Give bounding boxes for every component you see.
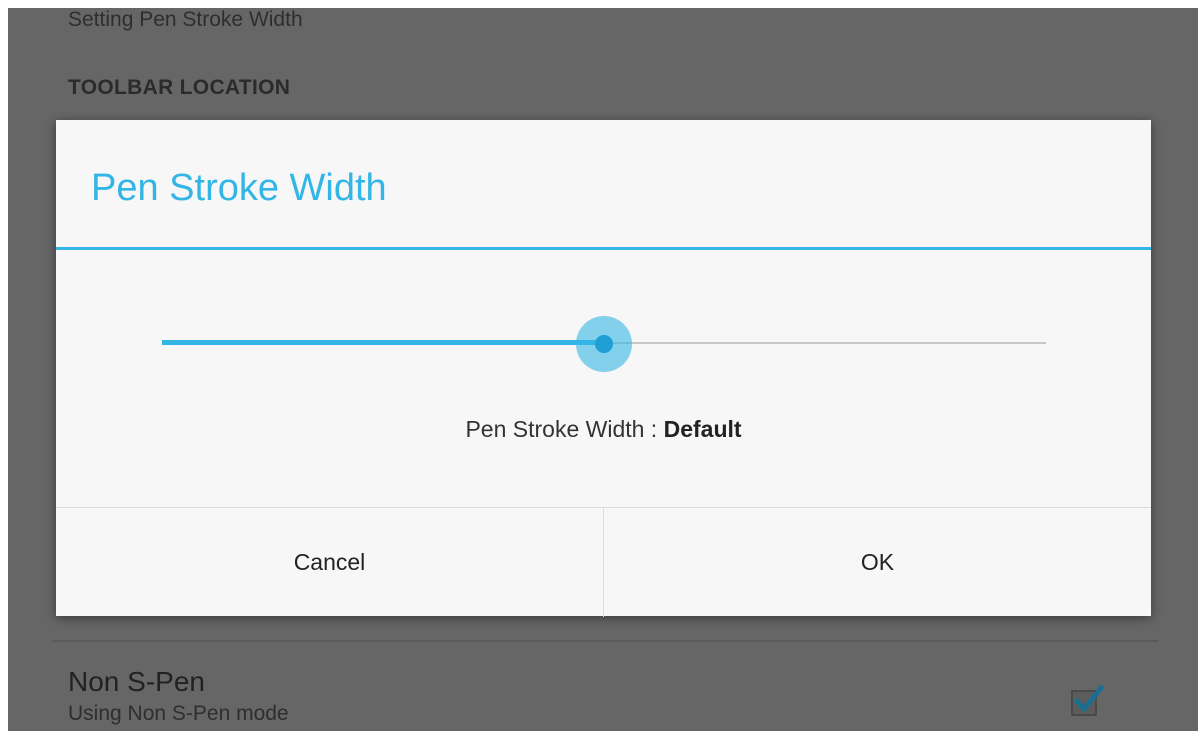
dialog-button-bar: Cancel OK <box>56 507 1151 617</box>
ok-button[interactable]: OK <box>603 508 1151 617</box>
value-label: Pen Stroke Width : <box>465 416 664 442</box>
dialog-title: Pen Stroke Width <box>91 167 387 209</box>
title-divider <box>56 247 1151 250</box>
cancel-button[interactable]: Cancel <box>56 508 603 617</box>
setting-summary-pen-stroke: Setting Pen Stroke Width <box>68 8 303 31</box>
non-spen-checkbox[interactable] <box>1071 684 1105 716</box>
setting-summary-non-spen: Using Non S-Pen mode <box>68 702 289 725</box>
stroke-width-slider[interactable] <box>162 316 1046 372</box>
stroke-width-value: Pen Stroke Width : Default <box>56 416 1151 443</box>
value-text: Default <box>663 416 742 442</box>
section-header-toolbar-location: TOOLBAR LOCATION <box>68 76 291 99</box>
slider-thumb[interactable] <box>595 335 613 353</box>
pen-stroke-width-dialog: Pen Stroke Width Pen Stroke Width : Defa… <box>56 120 1151 617</box>
list-divider <box>52 640 1158 642</box>
slider-fill <box>162 340 604 345</box>
checkmark-icon <box>1073 684 1105 713</box>
setting-title-non-spen: Non S-Pen <box>68 666 205 697</box>
